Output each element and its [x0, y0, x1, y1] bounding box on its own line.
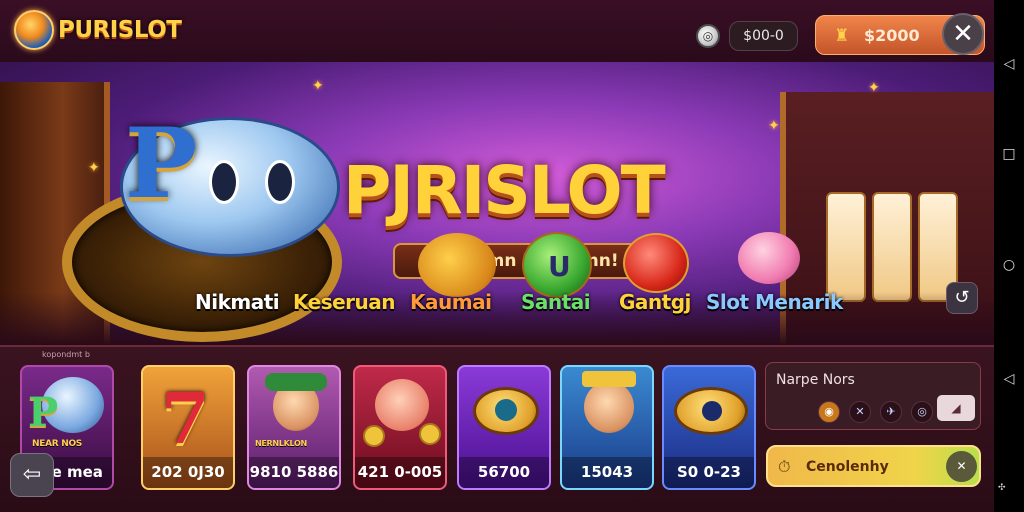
king-face-icon [584, 381, 634, 433]
card-art-label: NERNLKLON [255, 439, 307, 448]
green-hat-icon [265, 373, 327, 391]
feature-word: Kaumai [410, 290, 492, 314]
feature-word: Santai [521, 290, 591, 314]
back-button[interactable]: ⇦ [10, 453, 54, 497]
feature-word: Gantgj [619, 290, 691, 314]
cross-icon[interactable]: ✕ [849, 401, 871, 423]
close-button[interactable]: ✕ [942, 13, 984, 55]
card-letter: P [28, 389, 59, 436]
home-nav-icon[interactable]: ○ [1001, 257, 1017, 273]
action-label: Cenolenhy [806, 459, 889, 475]
game-card-value: 56700 [459, 457, 549, 488]
refresh-button[interactable]: ↺ [946, 282, 978, 314]
game-card-value: 202 0J30 [143, 457, 233, 488]
money-bag-icon: ♜ [834, 26, 850, 46]
sparkle-icon: ✦ [868, 80, 880, 96]
logo-text: PURISLOT [58, 17, 182, 43]
target-icon[interactable]: ◎ [911, 401, 933, 423]
sparkle-icon: ✦ [88, 160, 100, 176]
game-card-art: P NEAR NOS [22, 367, 112, 459]
pig-character [738, 232, 800, 284]
mascot-eye [265, 160, 295, 204]
game-card-value: S0 0-23 [664, 457, 754, 488]
game-card-art: 7 [143, 367, 233, 460]
back-nav-icon[interactable]: ◁ [1001, 371, 1017, 387]
game-card-value: 15043 [562, 457, 652, 488]
game-card-art [459, 367, 549, 459]
game-card[interactable]: 7 202 0J30 [141, 365, 235, 490]
sparkle-icon: ✦ [768, 118, 780, 134]
slot-reel [872, 192, 912, 302]
name-panel[interactable]: Narpe Nors ◉ ✕ ✈ ◎ ◢ [765, 362, 981, 430]
name-panel-title: Narpe Nors [776, 372, 855, 388]
feature-word: Keseruan [293, 290, 396, 314]
gold-coin-icon [419, 423, 441, 445]
balance-pill[interactable]: $00-0 [729, 21, 798, 51]
banner-title: PJRISLOT [343, 152, 666, 229]
card-art-label: NEAR NOS [32, 439, 82, 449]
game-card[interactable]: 15043 [560, 365, 654, 490]
pig-face-icon [375, 379, 429, 431]
timer-icon: ⏱ [778, 457, 791, 476]
crown-icon [582, 371, 636, 387]
system-nav-bar: ◁ □ ○ ◁ ✣ [994, 0, 1024, 512]
feature-word: Slot Menarik [706, 290, 843, 314]
game-card-value: 9810 5886 [249, 457, 339, 488]
lucky-seven-icon: 7 [161, 377, 210, 460]
mascot-eye [209, 160, 239, 204]
orange-monster [418, 233, 496, 297]
top-bar: PURISLOT ◎ $00-0 ♜ $2000 ✕ [0, 0, 994, 62]
sparkle-icon: ✦ [312, 78, 324, 94]
recents-nav-icon[interactable]: □ [1001, 146, 1017, 162]
gold-coin-icon [363, 425, 385, 447]
feature-word: Nikmati [195, 290, 280, 314]
game-card-value: 421 0-005 [355, 457, 445, 488]
game-card-art [664, 367, 754, 459]
game-card-art [355, 367, 445, 459]
plane-icon[interactable]: ✈ [880, 401, 902, 423]
big-letter-p: P [125, 107, 198, 220]
game-card-art: NERNLKLON [249, 367, 339, 459]
hero-banner[interactable]: P ✦ ✦ ✦ ✦ PJRISLOT Gane Imn Mesiarnn! U … [0, 62, 994, 345]
game-card[interactable]: 421 0-005 [353, 365, 447, 490]
expand-icon[interactable]: ✕ [946, 451, 977, 482]
game-card[interactable]: NERNLKLON 9810 5886 [247, 365, 341, 490]
coin-icon[interactable]: ◎ [696, 24, 720, 48]
logo-ball-icon [14, 10, 54, 50]
game-card[interactable]: 56700 [457, 365, 551, 490]
accessibility-icon[interactable]: ✣ [998, 483, 1006, 493]
coin-icon[interactable]: ◉ [818, 401, 840, 423]
red-monster [623, 233, 689, 293]
green-monster-letter: U [548, 250, 571, 283]
tray-caption: kopondmt b [42, 350, 90, 359]
green-monster: U [522, 232, 592, 298]
back-nav-icon[interactable]: ◁ [1001, 56, 1017, 72]
chart-toggle-icon[interactable]: ◢ [937, 395, 975, 421]
name-panel-icons: ◉ ✕ ✈ ◎ [818, 401, 933, 423]
game-card[interactable]: S0 0-23 [662, 365, 756, 490]
slot-reel [826, 192, 866, 302]
wallet-amount: $2000 [864, 26, 920, 45]
game-card-art [562, 367, 652, 459]
app-logo: PURISLOT [14, 10, 182, 50]
ring-gem-icon [495, 399, 517, 421]
ring-gem-icon [702, 401, 722, 421]
action-button[interactable]: ⏱ Cenolenhy ✕ [766, 445, 981, 487]
